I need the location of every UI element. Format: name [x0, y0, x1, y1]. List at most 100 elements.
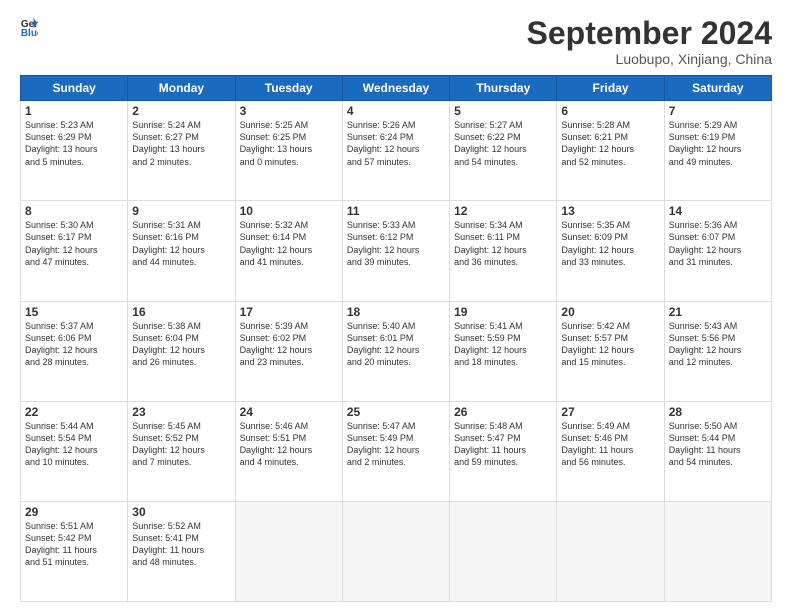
weekday-header-thursday: Thursday: [450, 76, 557, 101]
weekday-header-saturday: Saturday: [664, 76, 771, 101]
day-info: Sunrise: 5:29 AM Sunset: 6:19 PM Dayligh…: [669, 119, 767, 168]
page-subtitle: Luobupo, Xinjiang, China: [527, 51, 772, 67]
calendar-cell: 28Sunrise: 5:50 AM Sunset: 5:44 PM Dayli…: [664, 401, 771, 501]
calendar-week-5: 29Sunrise: 5:51 AM Sunset: 5:42 PM Dayli…: [21, 501, 772, 601]
day-number: 12: [454, 204, 552, 218]
day-info: Sunrise: 5:40 AM Sunset: 6:01 PM Dayligh…: [347, 320, 445, 369]
day-info: Sunrise: 5:34 AM Sunset: 6:11 PM Dayligh…: [454, 219, 552, 268]
calendar-cell: 16Sunrise: 5:38 AM Sunset: 6:04 PM Dayli…: [128, 301, 235, 401]
day-info: Sunrise: 5:35 AM Sunset: 6:09 PM Dayligh…: [561, 219, 659, 268]
calendar-week-2: 8Sunrise: 5:30 AM Sunset: 6:17 PM Daylig…: [21, 201, 772, 301]
day-number: 18: [347, 305, 445, 319]
day-info: Sunrise: 5:24 AM Sunset: 6:27 PM Dayligh…: [132, 119, 230, 168]
day-info: Sunrise: 5:46 AM Sunset: 5:51 PM Dayligh…: [240, 420, 338, 469]
calendar-cell: 18Sunrise: 5:40 AM Sunset: 6:01 PM Dayli…: [342, 301, 449, 401]
calendar-cell: 9Sunrise: 5:31 AM Sunset: 6:16 PM Daylig…: [128, 201, 235, 301]
day-number: 16: [132, 305, 230, 319]
calendar-cell: 25Sunrise: 5:47 AM Sunset: 5:49 PM Dayli…: [342, 401, 449, 501]
logo-icon: General Blue: [20, 16, 38, 36]
day-info: Sunrise: 5:37 AM Sunset: 6:06 PM Dayligh…: [25, 320, 123, 369]
calendar-cell: 20Sunrise: 5:42 AM Sunset: 5:57 PM Dayli…: [557, 301, 664, 401]
calendar-table: SundayMondayTuesdayWednesdayThursdayFrid…: [20, 75, 772, 602]
calendar-week-4: 22Sunrise: 5:44 AM Sunset: 5:54 PM Dayli…: [21, 401, 772, 501]
day-number: 11: [347, 204, 445, 218]
calendar-cell: 19Sunrise: 5:41 AM Sunset: 5:59 PM Dayli…: [450, 301, 557, 401]
day-number: 23: [132, 405, 230, 419]
day-info: Sunrise: 5:28 AM Sunset: 6:21 PM Dayligh…: [561, 119, 659, 168]
calendar-cell: [557, 501, 664, 601]
day-number: 4: [347, 104, 445, 118]
day-number: 5: [454, 104, 552, 118]
calendar-cell: 10Sunrise: 5:32 AM Sunset: 6:14 PM Dayli…: [235, 201, 342, 301]
calendar-cell: [342, 501, 449, 601]
calendar-cell: 7Sunrise: 5:29 AM Sunset: 6:19 PM Daylig…: [664, 101, 771, 201]
day-info: Sunrise: 5:36 AM Sunset: 6:07 PM Dayligh…: [669, 219, 767, 268]
day-number: 9: [132, 204, 230, 218]
day-info: Sunrise: 5:32 AM Sunset: 6:14 PM Dayligh…: [240, 219, 338, 268]
day-number: 10: [240, 204, 338, 218]
day-number: 3: [240, 104, 338, 118]
day-number: 21: [669, 305, 767, 319]
calendar-cell: 27Sunrise: 5:49 AM Sunset: 5:46 PM Dayli…: [557, 401, 664, 501]
calendar-cell: 4Sunrise: 5:26 AM Sunset: 6:24 PM Daylig…: [342, 101, 449, 201]
calendar-week-1: 1Sunrise: 5:23 AM Sunset: 6:29 PM Daylig…: [21, 101, 772, 201]
day-number: 29: [25, 505, 123, 519]
calendar-cell: 6Sunrise: 5:28 AM Sunset: 6:21 PM Daylig…: [557, 101, 664, 201]
calendar-cell: 2Sunrise: 5:24 AM Sunset: 6:27 PM Daylig…: [128, 101, 235, 201]
day-number: 30: [132, 505, 230, 519]
calendar-cell: 1Sunrise: 5:23 AM Sunset: 6:29 PM Daylig…: [21, 101, 128, 201]
day-number: 14: [669, 204, 767, 218]
calendar-cell: 23Sunrise: 5:45 AM Sunset: 5:52 PM Dayli…: [128, 401, 235, 501]
weekday-header-friday: Friday: [557, 76, 664, 101]
day-number: 6: [561, 104, 659, 118]
calendar-cell: [664, 501, 771, 601]
calendar-cell: 29Sunrise: 5:51 AM Sunset: 5:42 PM Dayli…: [21, 501, 128, 601]
calendar-week-3: 15Sunrise: 5:37 AM Sunset: 6:06 PM Dayli…: [21, 301, 772, 401]
day-info: Sunrise: 5:31 AM Sunset: 6:16 PM Dayligh…: [132, 219, 230, 268]
calendar-cell: 12Sunrise: 5:34 AM Sunset: 6:11 PM Dayli…: [450, 201, 557, 301]
day-info: Sunrise: 5:23 AM Sunset: 6:29 PM Dayligh…: [25, 119, 123, 168]
calendar-cell: 8Sunrise: 5:30 AM Sunset: 6:17 PM Daylig…: [21, 201, 128, 301]
weekday-header-tuesday: Tuesday: [235, 76, 342, 101]
calendar-cell: 24Sunrise: 5:46 AM Sunset: 5:51 PM Dayli…: [235, 401, 342, 501]
calendar-cell: 22Sunrise: 5:44 AM Sunset: 5:54 PM Dayli…: [21, 401, 128, 501]
page: General Blue September 2024 Luobupo, Xin…: [0, 0, 792, 612]
day-info: Sunrise: 5:38 AM Sunset: 6:04 PM Dayligh…: [132, 320, 230, 369]
day-info: Sunrise: 5:41 AM Sunset: 5:59 PM Dayligh…: [454, 320, 552, 369]
weekday-header-sunday: Sunday: [21, 76, 128, 101]
day-info: Sunrise: 5:26 AM Sunset: 6:24 PM Dayligh…: [347, 119, 445, 168]
calendar-cell: 21Sunrise: 5:43 AM Sunset: 5:56 PM Dayli…: [664, 301, 771, 401]
day-number: 19: [454, 305, 552, 319]
weekday-header-wednesday: Wednesday: [342, 76, 449, 101]
day-number: 27: [561, 405, 659, 419]
day-info: Sunrise: 5:52 AM Sunset: 5:41 PM Dayligh…: [132, 520, 230, 569]
day-number: 26: [454, 405, 552, 419]
day-info: Sunrise: 5:39 AM Sunset: 6:02 PM Dayligh…: [240, 320, 338, 369]
calendar-cell: 30Sunrise: 5:52 AM Sunset: 5:41 PM Dayli…: [128, 501, 235, 601]
calendar-cell: 13Sunrise: 5:35 AM Sunset: 6:09 PM Dayli…: [557, 201, 664, 301]
logo: General Blue: [20, 16, 38, 36]
day-info: Sunrise: 5:42 AM Sunset: 5:57 PM Dayligh…: [561, 320, 659, 369]
day-number: 25: [347, 405, 445, 419]
day-info: Sunrise: 5:43 AM Sunset: 5:56 PM Dayligh…: [669, 320, 767, 369]
day-info: Sunrise: 5:27 AM Sunset: 6:22 PM Dayligh…: [454, 119, 552, 168]
day-info: Sunrise: 5:44 AM Sunset: 5:54 PM Dayligh…: [25, 420, 123, 469]
day-number: 24: [240, 405, 338, 419]
day-number: 28: [669, 405, 767, 419]
calendar-cell: 17Sunrise: 5:39 AM Sunset: 6:02 PM Dayli…: [235, 301, 342, 401]
calendar-cell: 26Sunrise: 5:48 AM Sunset: 5:47 PM Dayli…: [450, 401, 557, 501]
calendar-cell: 14Sunrise: 5:36 AM Sunset: 6:07 PM Dayli…: [664, 201, 771, 301]
day-number: 17: [240, 305, 338, 319]
svg-text:Blue: Blue: [21, 28, 38, 36]
day-number: 1: [25, 104, 123, 118]
day-info: Sunrise: 5:33 AM Sunset: 6:12 PM Dayligh…: [347, 219, 445, 268]
day-info: Sunrise: 5:45 AM Sunset: 5:52 PM Dayligh…: [132, 420, 230, 469]
calendar-cell: [235, 501, 342, 601]
day-number: 8: [25, 204, 123, 218]
day-number: 15: [25, 305, 123, 319]
day-number: 20: [561, 305, 659, 319]
day-info: Sunrise: 5:25 AM Sunset: 6:25 PM Dayligh…: [240, 119, 338, 168]
day-info: Sunrise: 5:30 AM Sunset: 6:17 PM Dayligh…: [25, 219, 123, 268]
day-info: Sunrise: 5:48 AM Sunset: 5:47 PM Dayligh…: [454, 420, 552, 469]
day-info: Sunrise: 5:47 AM Sunset: 5:49 PM Dayligh…: [347, 420, 445, 469]
